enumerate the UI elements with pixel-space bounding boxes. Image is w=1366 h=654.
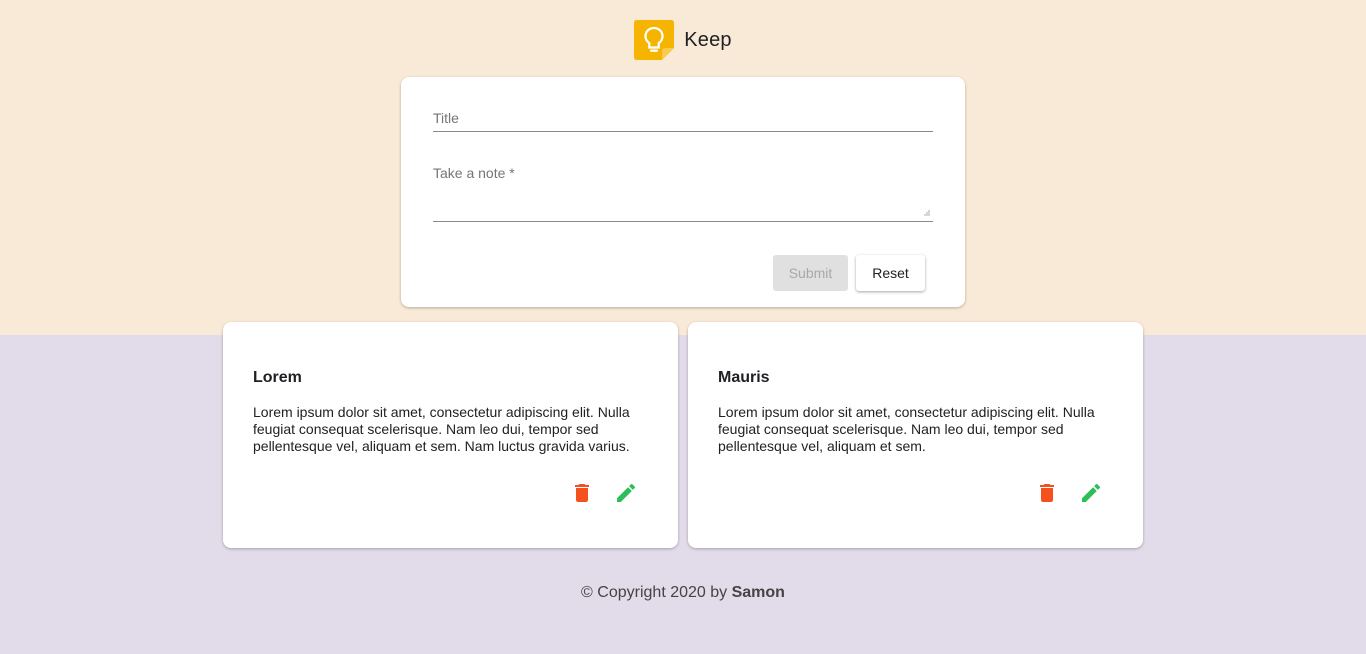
pencil-icon[interactable] [614,481,638,505]
trash-icon[interactable] [570,481,594,505]
reset-button[interactable]: Reset [856,255,925,291]
trash-icon[interactable] [1035,481,1059,505]
note-card: Lorem Lorem ipsum dolor sit amet, consec… [223,322,678,548]
submit-button[interactable]: Submit [773,255,848,291]
note-body: Lorem ipsum dolor sit amet, consectetur … [718,404,1095,454]
footer: © Copyright 2020 by Samon [0,584,1366,602]
author-name: Samon [731,584,785,601]
title-input[interactable] [433,107,933,129]
title-field [433,107,933,132]
create-note-form: Submit Reset [401,77,965,307]
copyright-text: © Copyright 2020 by [581,584,732,601]
note-title: Mauris [718,369,770,386]
note-textarea[interactable] [433,165,933,205]
note-field [433,165,933,222]
app-header: Keep [0,20,1366,60]
note-card: Mauris Lorem ipsum dolor sit amet, conse… [688,322,1143,548]
note-title: Lorem [253,369,302,386]
pencil-icon[interactable] [1079,481,1103,505]
app-title: Keep [684,28,732,51]
resize-grip-icon[interactable] [922,210,930,216]
note-body: Lorem ipsum dolor sit amet, consectetur … [253,404,630,454]
lightbulb-icon [634,20,675,60]
